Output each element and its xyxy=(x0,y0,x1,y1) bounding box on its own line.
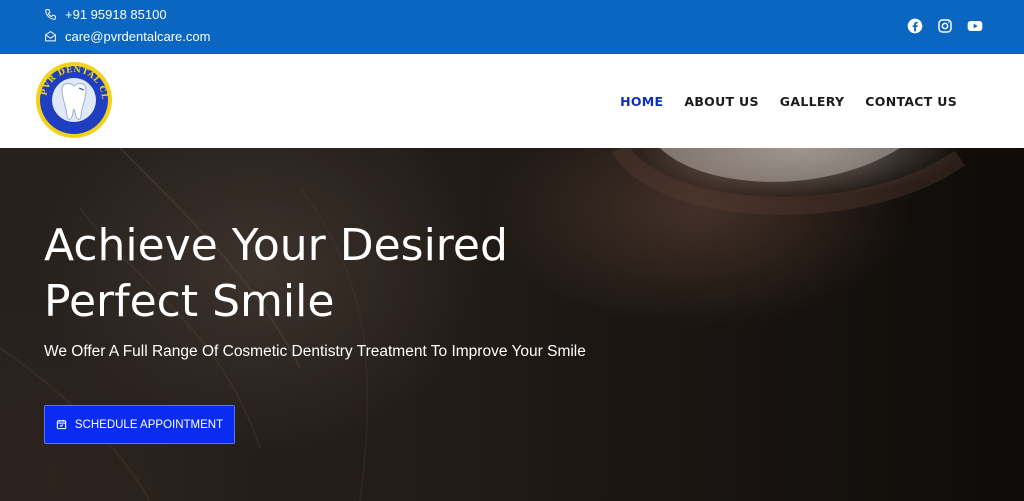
instagram-icon[interactable] xyxy=(936,17,954,35)
nav-contact-us[interactable]: CONTACT US xyxy=(865,94,957,109)
nav-gallery[interactable]: GALLERY xyxy=(780,94,845,109)
nav-home[interactable]: HOME xyxy=(620,94,663,109)
schedule-appointment-button[interactable]: SCHEDULE APPOINTMENT xyxy=(44,405,235,444)
phone-contact[interactable]: +91 95918 85100 xyxy=(44,7,167,22)
email-contact[interactable]: care@pvrdentalcare.com xyxy=(44,29,210,44)
phone-icon xyxy=(45,9,56,20)
top-contact-bar: +91 95918 85100 care@pvrdentalcare.com xyxy=(0,0,1024,54)
clinic-logo[interactable]: PVR DENTAL CLINIC xyxy=(30,52,114,140)
hero-banner: Achieve Your Desired Perfect Smile We Of… xyxy=(0,148,1024,501)
envelope-icon xyxy=(45,31,56,42)
hero-heading-line-2: Perfect Smile xyxy=(44,276,335,327)
email-address[interactable]: care@pvrdentalcare.com xyxy=(65,29,210,44)
hero-subtitle: We Offer A Full Range Of Cosmetic Dentis… xyxy=(44,343,586,360)
youtube-icon[interactable] xyxy=(966,17,984,35)
schedule-appointment-label: SCHEDULE APPOINTMENT xyxy=(74,418,224,431)
facebook-icon[interactable] xyxy=(906,17,924,35)
hero-heading: Achieve Your Desired Perfect Smile xyxy=(44,218,664,330)
nav-about-us[interactable]: ABOUT US xyxy=(684,94,758,109)
primary-navigation: HOME ABOUT US GALLERY CONTACT US xyxy=(620,94,957,109)
social-links xyxy=(906,17,984,35)
phone-number[interactable]: +91 95918 85100 xyxy=(65,7,167,22)
main-navbar: PVR DENTAL CLINIC HOME ABOUT US GALLERY … xyxy=(0,52,1024,148)
calendar-icon xyxy=(56,419,67,430)
hero-heading-line-1: Achieve Your Desired xyxy=(44,220,508,271)
